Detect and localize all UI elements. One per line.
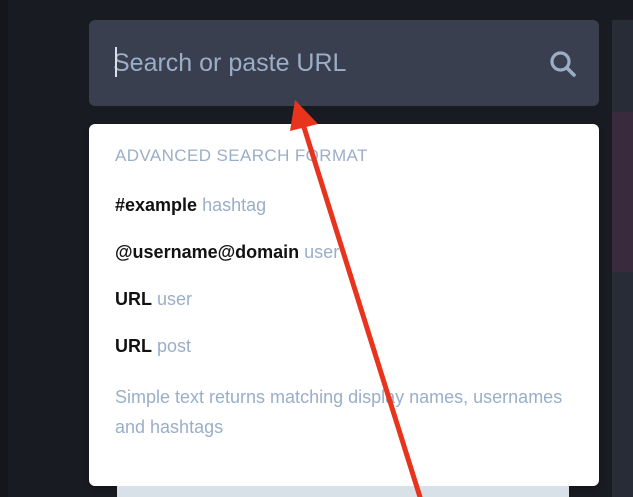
- format-item-user-handle: @username@domain user: [115, 241, 573, 288]
- format-item-url-post: URL post: [115, 335, 573, 382]
- format-key: URL: [115, 289, 152, 309]
- search-bar: [89, 20, 599, 106]
- app-stage: Advanced search format #example hashtag …: [0, 0, 633, 497]
- format-hint: user: [157, 289, 193, 309]
- search-help-note: Simple text returns matching display nam…: [115, 387, 563, 437]
- format-hint: user: [304, 242, 340, 262]
- format-key: URL: [115, 336, 152, 356]
- format-hint: hashtag: [202, 195, 267, 215]
- right-column-edge: [612, 20, 633, 497]
- popout-heading: Advanced search format: [115, 146, 368, 165]
- column-header-accent: [612, 112, 633, 272]
- format-item-hashtag: #example hashtag: [115, 194, 573, 241]
- search-icon[interactable]: [548, 49, 578, 79]
- left-column-edge: [0, 0, 8, 497]
- search-popout: Advanced search format #example hashtag …: [89, 124, 599, 486]
- format-hint: post: [157, 336, 192, 356]
- text-caret: [115, 47, 117, 77]
- format-key: @username@domain: [115, 242, 300, 262]
- search-input[interactable]: [113, 20, 533, 106]
- format-item-url-user: URL user: [115, 288, 573, 335]
- format-key: #example: [115, 195, 198, 215]
- search-format-list: #example hashtag @username@domain user U…: [115, 194, 573, 382]
- column-content-edge: [117, 486, 569, 497]
